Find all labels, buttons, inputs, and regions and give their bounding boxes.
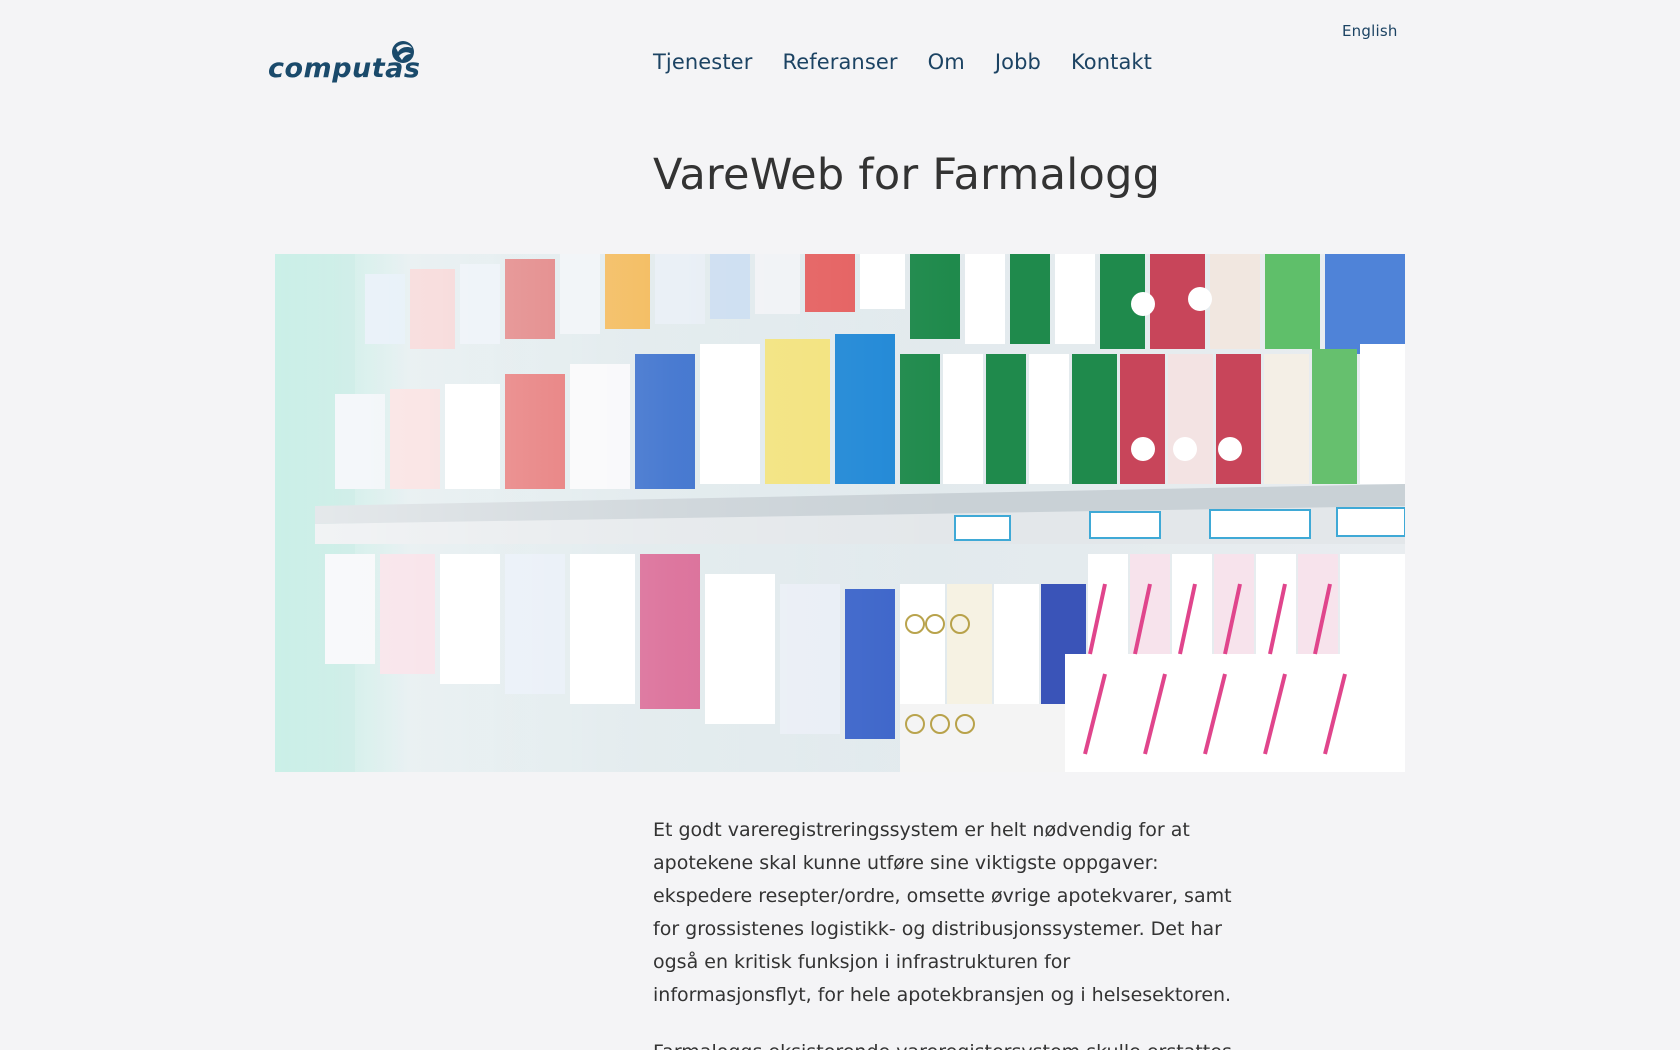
- computas-logo[interactable]: computas: [268, 38, 420, 88]
- pharmacy-shelves-illustration: [275, 254, 1405, 772]
- article-body: Et godt vareregistreringssystem er helt …: [653, 814, 1233, 1050]
- main-navigation: Tjenester Referanser Om Jobb Kontakt: [653, 50, 1152, 74]
- page-title: VareWeb for Farmalogg: [653, 150, 1161, 200]
- article-paragraph: Farmaloggs eksisterende vareregistersyst…: [653, 1036, 1233, 1050]
- nav-item-tjenester[interactable]: Tjenester: [653, 50, 752, 74]
- article-paragraph: Et godt vareregistreringssystem er helt …: [653, 819, 1232, 1006]
- logo-swirl-icon: [392, 41, 414, 63]
- nav-item-jobb[interactable]: Jobb: [995, 50, 1041, 74]
- page: English computas Tjenester Referanser Om…: [0, 0, 1680, 1050]
- hero-image-pharmacy-shelves: [275, 254, 1405, 772]
- nav-item-kontakt[interactable]: Kontakt: [1071, 50, 1152, 74]
- nav-item-referanser[interactable]: Referanser: [782, 50, 897, 74]
- nav-item-om[interactable]: Om: [928, 50, 965, 74]
- language-switch-link[interactable]: English: [1342, 22, 1398, 40]
